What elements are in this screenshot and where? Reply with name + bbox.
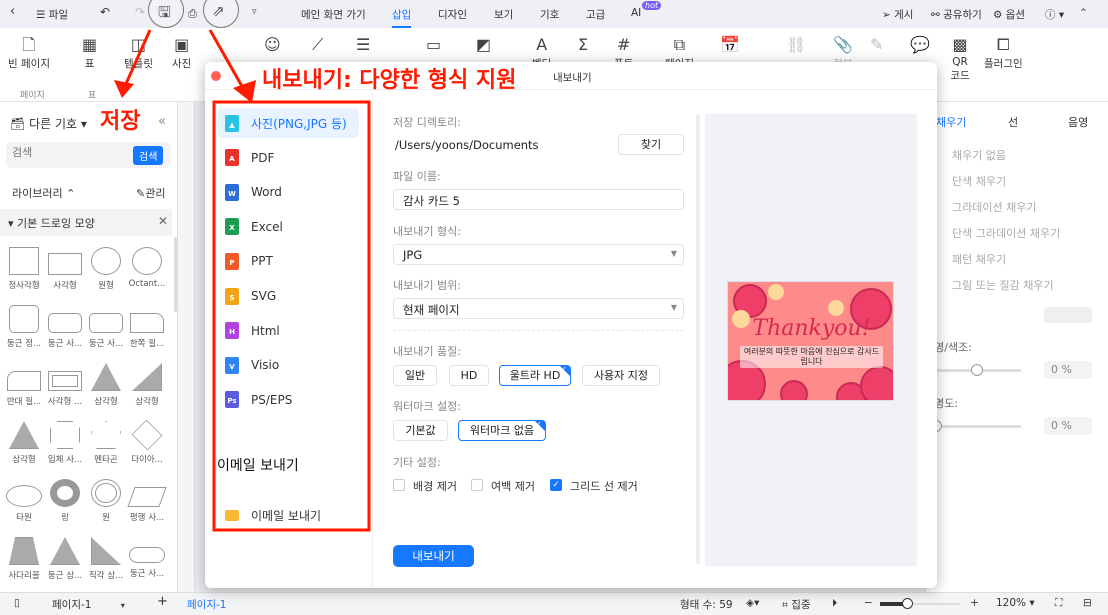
arrow-export [208, 29, 245, 89]
format-list-highlight-box [212, 100, 371, 532]
annotation-save-text: 저장 [100, 109, 141, 134]
annotation-arrows [114, 29, 371, 532]
arrow-save [123, 29, 152, 87]
annotation-export-text: 내보내기: 다양한 형식 지원 [262, 68, 517, 93]
